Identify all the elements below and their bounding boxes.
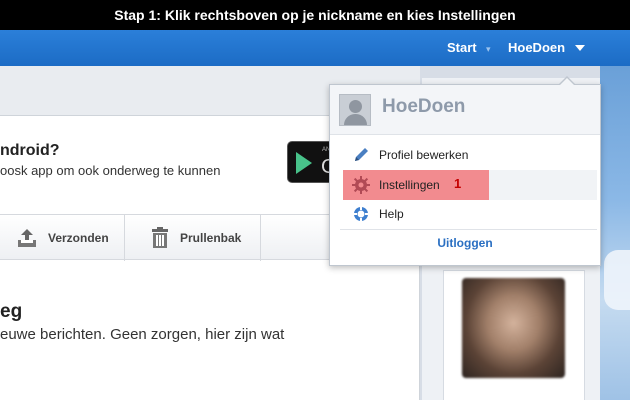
lifebuoy-icon — [353, 206, 369, 222]
settings-label: Instellingen — [379, 178, 440, 192]
sent-button[interactable]: Verzonden — [16, 215, 109, 261]
menu-item-settings[interactable]: Instellingen — [352, 174, 440, 196]
nav-start-link[interactable]: Start — [447, 30, 477, 66]
edit-profile-label: Profiel bewerken — [379, 148, 469, 162]
dropdown-divider — [340, 229, 597, 230]
avatar-head — [349, 100, 362, 113]
user-chevron-down-icon[interactable] — [575, 45, 585, 51]
android-promo-subtitle: oosk app om ook onderweg te kunnen — [0, 163, 221, 178]
background-cloud — [604, 250, 630, 310]
trash-icon — [152, 227, 168, 248]
profile-photo[interactable] — [462, 278, 565, 378]
sent-label: Verzonden — [48, 231, 109, 245]
toolbar-divider — [124, 215, 125, 261]
logout-link[interactable]: Uitloggen — [330, 236, 600, 250]
start-chevron-icon: ▾ — [486, 44, 491, 54]
background-sky — [600, 66, 630, 400]
google-play-badge[interactable]: AN G — [287, 141, 335, 183]
trash-button[interactable]: Prullenbak — [150, 215, 241, 261]
messages-title: eg — [0, 301, 23, 322]
help-label: Help — [379, 207, 404, 221]
outbox-icon — [18, 229, 36, 247]
gear-icon — [352, 176, 370, 194]
messages-text: euwe berichten. Geen zorgen, hier zijn w… — [0, 326, 285, 343]
play-store-icon — [296, 152, 312, 174]
android-promo-title: ndroid? — [0, 142, 60, 159]
toolbar-divider — [260, 215, 261, 261]
trash-label: Prullenbak — [180, 231, 242, 245]
avatar-body — [344, 114, 367, 125]
dropdown-username[interactable]: HoeDoen — [382, 96, 465, 118]
menu-item-help[interactable]: Help — [352, 203, 404, 225]
top-navigation-bar: Start ▾ HoeDoen — [0, 30, 630, 66]
tutorial-caption: Stap 1: Klik rechtsboven op je nickname … — [0, 0, 630, 30]
menu-item-edit-profile[interactable]: Profiel bewerken — [352, 144, 468, 166]
nav-user-menu[interactable]: HoeDoen — [508, 30, 565, 66]
pencil-icon — [355, 148, 368, 161]
settings-row-background — [489, 170, 597, 200]
dropdown-pointer-fill — [559, 78, 575, 86]
step-number-marker: 1 — [454, 176, 462, 191]
avatar-placeholder-icon — [339, 94, 371, 126]
